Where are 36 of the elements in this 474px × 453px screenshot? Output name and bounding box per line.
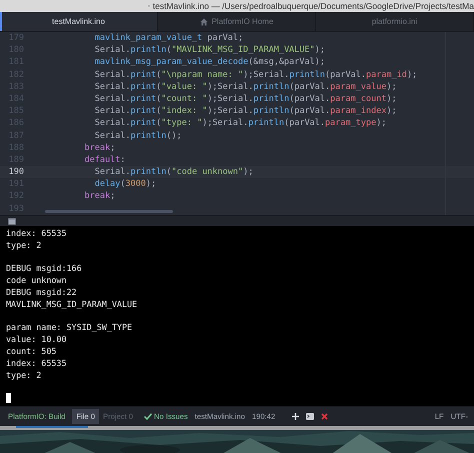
scrollbar[interactable] (45, 210, 173, 213)
terminal-line: type: 2 (6, 370, 42, 382)
code-line: break; (83, 142, 116, 154)
terminal-line: code unknown (6, 275, 68, 287)
window-title: testMavlink.ino — /Users/pedroalbuquerque/Documents/GoogleDrive/Projects/testMa (152, 0, 474, 12)
code-line: Serial.print("count: ");Serial.println(parVal.param_count); (94, 92, 397, 106)
code-line: delay(3000); (94, 178, 156, 190)
code-line: Serial.print("index: ");Serial.println(parVal.param_index); (94, 105, 397, 118)
terminal-line: DEBUG msgid:22 (6, 286, 78, 299)
check-icon (144, 413, 152, 420)
editor-tab[interactable]: testMavlink.ino (0, 12, 158, 31)
terminal-icon[interactable] (306, 413, 314, 420)
terminal-line: param name: SYSID_SW_TYPE (6, 322, 134, 334)
plus-icon[interactable] (292, 413, 300, 420)
terminal-icon[interactable] (8, 218, 16, 224)
code-line: break; (83, 190, 116, 203)
code-line: Serial.print("value: ");Serial.println(parVal.param_value); (94, 80, 397, 93)
terminal-line: count: 505 (6, 346, 58, 358)
close-icon[interactable] (321, 413, 328, 420)
terminal-line: value: 10.00 (6, 334, 68, 346)
terminal-line: MAVLINK_MSG_ID_PARAM_VALUE (6, 298, 138, 311)
code-line: Serial.println("MAVLINK_MSG_ID_PARAM_VALUE"); (94, 44, 326, 56)
code-line: Serial.println("code unknown"); (94, 166, 254, 178)
code-line: mavlink_msg_param_value_decode(&msg,&parVal); (94, 56, 325, 69)
terminal-line: index: 65535 (6, 358, 68, 370)
code-line: Serial.print("type: ");Serial.println(parVal.param_type); (94, 117, 386, 130)
line-number: 190 (8, 166, 24, 178)
terminal-line: DEBUG msgid:166 (6, 263, 83, 276)
code-line: mavlink_param_value_t parVal; (94, 32, 244, 44)
terminal-line: type: 2 (6, 240, 42, 252)
home-icon (200, 18, 208, 26)
code-line: Serial.println(); (94, 130, 182, 142)
code-line: default: (83, 154, 126, 166)
code-line: Serial.print("\nparam name: ");Serial.println(parVal.param_id); (94, 68, 418, 81)
terminal-line: index: 65535 (6, 228, 68, 240)
terminal-cursor (6, 393, 11, 404)
